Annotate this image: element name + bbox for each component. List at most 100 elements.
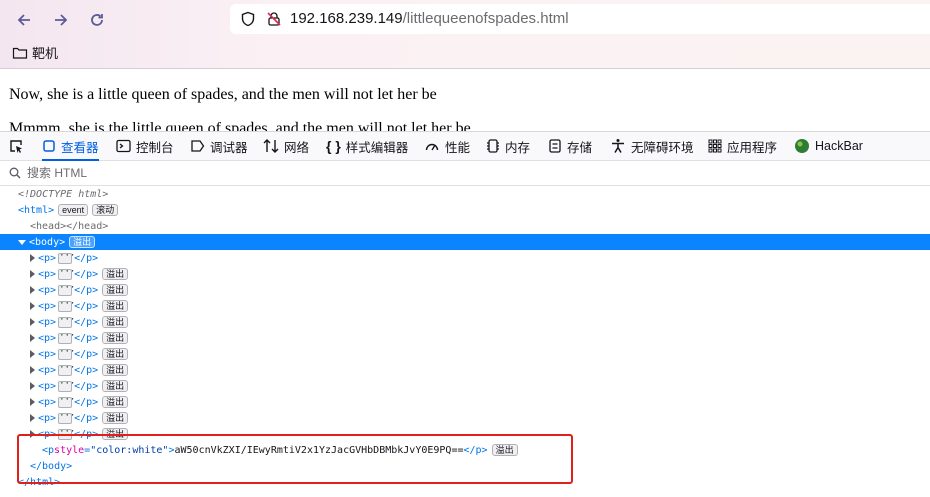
tree-node-p-white[interactable]: <p style = "color:white" > aW50cnVkZXI/I…: [0, 442, 930, 458]
tab-inspector[interactable]: 查看器: [42, 132, 99, 161]
tab-network[interactable]: 网络: [263, 132, 309, 160]
tab-label: 性能: [445, 140, 471, 155]
overflow-badge[interactable]: 溢出: [102, 300, 129, 312]
overflow-badge[interactable]: 溢出: [69, 236, 96, 248]
overflow-badge[interactable]: 溢出: [102, 316, 129, 328]
tree-node-p[interactable]: <p> ··· </p>: [0, 250, 930, 266]
console-icon: [116, 139, 131, 153]
bookmark-item[interactable]: 靶机: [12, 43, 58, 62]
page-content: Now, she is a little queen of spades, an…: [0, 69, 930, 131]
overflow-badge[interactable]: 溢出: [102, 348, 129, 360]
ellipsis-icon[interactable]: ···: [58, 347, 75, 360]
element-picker-button[interactable]: [8, 132, 24, 160]
tree-node-p[interactable]: <p> ··· </p> 溢出: [0, 330, 930, 346]
url-path: /littlequeenofspades.html: [402, 10, 569, 27]
overflow-badge[interactable]: 溢出: [102, 412, 129, 424]
p-close-tag: </p>: [74, 268, 99, 280]
reload-button[interactable]: [83, 6, 111, 34]
tab-storage[interactable]: 存储: [548, 132, 592, 160]
tree-node-p[interactable]: <p> ··· </p> 溢出: [0, 346, 930, 362]
tree-node-html[interactable]: <html> event 滚动: [0, 202, 930, 218]
tab-label: 存储: [567, 140, 593, 155]
html-search-input[interactable]: [25, 165, 429, 181]
tree-node-body-close[interactable]: </body>: [0, 458, 930, 474]
url-bar[interactable]: 192.168.239.149/littlequeenofspades.html: [230, 4, 930, 34]
tab-performance[interactable]: 性能: [424, 132, 470, 160]
tree-node-body[interactable]: <body> 溢出: [0, 234, 930, 250]
tree-node-p[interactable]: <p> ··· </p> 溢出: [0, 378, 930, 394]
expand-toggle[interactable]: [30, 430, 35, 438]
p-open-tag: <p>: [38, 332, 57, 344]
ellipsis-icon[interactable]: ···: [58, 299, 75, 312]
overflow-badge[interactable]: 溢出: [102, 380, 129, 392]
expand-toggle[interactable]: [30, 286, 35, 294]
expand-toggle[interactable]: [18, 239, 26, 245]
ellipsis-icon[interactable]: ···: [58, 251, 75, 264]
body-open-tag: <body>: [29, 236, 66, 248]
ellipsis-icon[interactable]: ···: [58, 283, 75, 296]
performance-icon: [425, 143, 439, 151]
tree-node-doctype[interactable]: <!DOCTYPE html>: [0, 186, 930, 202]
expand-toggle[interactable]: [30, 254, 35, 262]
expand-toggle[interactable]: [30, 398, 35, 406]
tab-console[interactable]: 控制台: [116, 132, 174, 160]
arrow-right-icon: [55, 14, 68, 26]
ellipsis-icon[interactable]: ···: [58, 315, 75, 328]
tab-debugger[interactable]: 调试器: [190, 132, 248, 160]
overflow-badge[interactable]: 溢出: [102, 396, 129, 408]
tree-node-p[interactable]: <p> ··· </p> 溢出: [0, 298, 930, 314]
tree-node-p[interactable]: <p> ··· </p> 溢出: [0, 314, 930, 330]
shield-icon[interactable]: [240, 11, 256, 27]
inspector-icon: [43, 140, 55, 152]
element-picker-icon: [10, 140, 22, 153]
insecure-lock-icon[interactable]: [266, 11, 282, 27]
overflow-badge[interactable]: 溢出: [102, 364, 129, 376]
tree-node-html-close[interactable]: </html>: [0, 474, 930, 490]
tab-label: 控制台: [136, 140, 174, 155]
p-open-tag: <p>: [38, 428, 57, 440]
expand-toggle[interactable]: [30, 318, 35, 326]
expand-toggle[interactable]: [30, 382, 35, 390]
ellipsis-icon[interactable]: ···: [58, 331, 75, 344]
event-badge[interactable]: event: [58, 204, 89, 216]
tab-hackbar[interactable]: HackBar: [794, 132, 863, 160]
forward-button[interactable]: [47, 6, 75, 34]
tab-memory[interactable]: 内存: [486, 132, 530, 160]
tree-node-p[interactable]: <p> ··· </p> 溢出: [0, 410, 930, 426]
style-editor-icon: { }: [326, 138, 341, 154]
p-open-tag: <p>: [38, 316, 57, 328]
overflow-badge[interactable]: 溢出: [102, 268, 129, 280]
storage-icon: [549, 139, 561, 153]
ellipsis-icon[interactable]: ···: [58, 267, 75, 280]
expand-toggle[interactable]: [30, 270, 35, 278]
tree-node-p[interactable]: <p> ··· </p> 溢出: [0, 394, 930, 410]
tab-style-editor[interactable]: { } 样式编辑器: [326, 132, 408, 160]
overflow-badge[interactable]: 溢出: [102, 284, 129, 296]
tree-node-head[interactable]: <head></head>: [0, 218, 930, 234]
tree-node-p[interactable]: <p> ··· </p> 溢出: [0, 266, 930, 282]
scroll-badge[interactable]: 滚动: [92, 204, 119, 216]
tree-node-p[interactable]: <p> ··· </p> 溢出: [0, 362, 930, 378]
tree-node-p[interactable]: <p> ··· </p> 溢出: [0, 426, 930, 442]
overflow-badge[interactable]: 溢出: [491, 444, 518, 456]
expand-toggle[interactable]: [30, 414, 35, 422]
ellipsis-icon[interactable]: ···: [58, 363, 75, 376]
p-close-tag: </p>: [74, 380, 99, 392]
tab-application[interactable]: 应用程序: [708, 132, 777, 160]
tree-node-p[interactable]: <p> ··· </p> 溢出: [0, 282, 930, 298]
ellipsis-icon[interactable]: ···: [58, 411, 75, 424]
expand-toggle[interactable]: [30, 302, 35, 310]
overflow-badge[interactable]: 溢出: [102, 332, 129, 344]
expand-toggle[interactable]: [30, 334, 35, 342]
ellipsis-icon[interactable]: ···: [58, 427, 75, 440]
expand-toggle[interactable]: [30, 350, 35, 358]
memory-icon: [487, 139, 499, 153]
overflow-badge[interactable]: 溢出: [102, 428, 129, 440]
p-close-tag: </p>: [74, 412, 99, 424]
ellipsis-icon[interactable]: ···: [58, 395, 75, 408]
tab-accessibility[interactable]: 无障碍环境: [610, 132, 694, 160]
back-button[interactable]: [10, 6, 38, 34]
p-close-tag: </p>: [74, 300, 99, 312]
ellipsis-icon[interactable]: ···: [58, 379, 75, 392]
expand-toggle[interactable]: [30, 366, 35, 374]
